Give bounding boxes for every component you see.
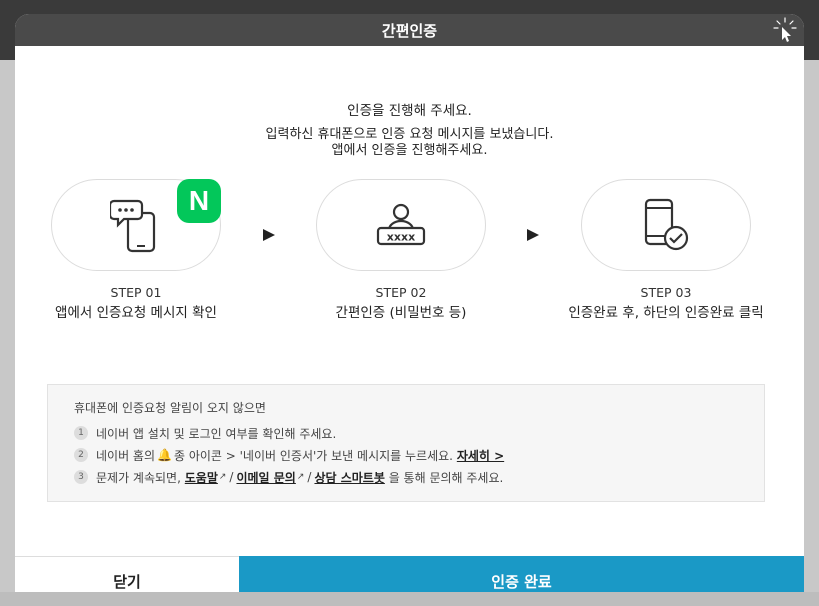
naver-n-badge: N (177, 179, 221, 223)
external-link-icon: ↗ (296, 472, 305, 482)
separator: / (307, 470, 312, 484)
notice-text: 네이버 앱 설치 및 로그인 여부를 확인해 주세요. (96, 426, 337, 441)
intro-line3: 앱에서 인증을 진행해주세요. (331, 143, 488, 158)
help-link[interactable]: 도움말 (185, 469, 218, 486)
smartbot-link[interactable]: 상담 스마트봇 (314, 469, 384, 486)
notice-item-1: 1 네이버 앱 설치 및 로그인 여부를 확인해 주세요. (74, 422, 738, 444)
separator: / (229, 470, 234, 484)
modal-title: 간편인증 (381, 21, 438, 40)
notice-text: 문제가 계속되면, (96, 470, 181, 485)
arrow-right-icon (527, 229, 539, 241)
phone-chat-icon (110, 199, 156, 253)
password-mask-text: xxxx (387, 231, 415, 244)
phone-check-icon (644, 198, 689, 251)
notice-num: 3 (74, 470, 88, 484)
external-link-icon: ↗ (218, 472, 227, 482)
notice-num: 2 (74, 448, 88, 462)
arrow-right-icon (263, 229, 275, 241)
notice-text: 네이버 홈의 (96, 448, 156, 463)
intro-text: 인증을 진행해 주세요. 입력하신 휴대폰으로 인증 요청 메시지를 보냈습니다… (15, 102, 804, 159)
step-02-num: STEP 02 (375, 285, 427, 300)
notice-item-2: 2 네이버 홈의 🔔 종 아이콘 > '네이버 인증서'가 보낸 메시지를 누르… (74, 444, 738, 466)
notice-text: 종 아이콘 > '네이버 인증서'가 보낸 메시지를 누르세요. (173, 448, 453, 463)
step-01-label: STEP 01 앱에서 인증요청 메시지 확인 (16, 283, 256, 323)
notice-head: 휴대폰에 인증요청 알림이 오지 않으면 (74, 401, 266, 415)
bell-icon: 🔔 (157, 448, 172, 462)
intro-line2: 입력하신 휴대폰으로 인증 요청 메시지를 보냈습니다. (265, 127, 554, 142)
notice-num: 1 (74, 426, 88, 440)
modal-header: 간편인증 (15, 14, 804, 46)
step-03-desc: 인증완료 후, 하단의 인증완료 클릭 (568, 305, 764, 321)
details-link[interactable]: 자세히 > (457, 447, 504, 464)
user-password-icon: xxxx (376, 203, 426, 246)
notice-text: 을 통해 문의해 주세요. (388, 470, 504, 485)
notice-item-3: 3 문제가 계속되면, 도움말 ↗ / 이메일 문의 ↗ / 상담 스마트봇 을 통… (74, 466, 738, 488)
step-02-label: STEP 02 간편인증 (비밀번호 등) (281, 283, 521, 323)
step-01-num: STEP 01 (110, 285, 162, 300)
step-03-num: STEP 03 (640, 285, 692, 300)
step-02-card: xxxx (316, 179, 486, 271)
step-01-desc: 앱에서 인증요청 메시지 확인 (55, 305, 217, 321)
notice-box: 휴대폰에 인증요청 알림이 오지 않으면 1 네이버 앱 설치 및 로그인 여부… (47, 384, 765, 502)
step-02-desc: 간편인증 (비밀번호 등) (335, 305, 467, 321)
step-03-card (581, 179, 751, 271)
intro-line1: 인증을 진행해 주세요. (347, 103, 472, 119)
backdrop (0, 592, 819, 606)
sparkle-cursor-icon (773, 17, 797, 42)
step-03-label: STEP 03 인증완료 후, 하단의 인증완료 클릭 (546, 283, 786, 323)
auth-modal: 간편인증 인증을 진행해 주세요. 입력하신 휴대폰으로 인증 요청 메시지를 … (15, 14, 804, 606)
email-inquiry-link[interactable]: 이메일 문의 (236, 469, 295, 486)
